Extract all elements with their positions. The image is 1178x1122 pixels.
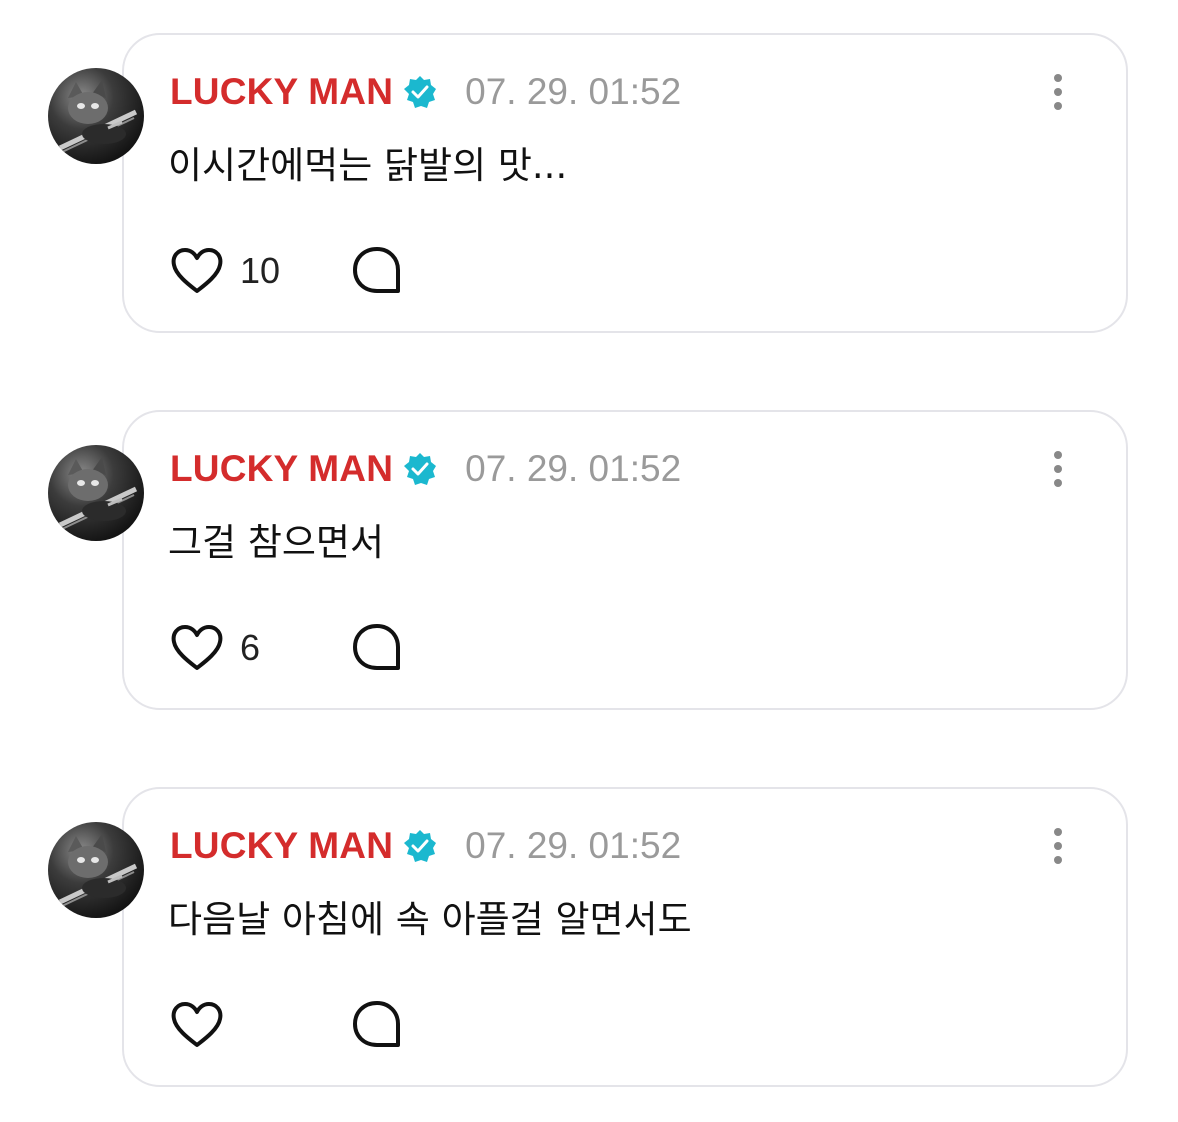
username[interactable]: LUCKY MAN — [170, 825, 393, 867]
more-vertical-icon — [1054, 828, 1062, 836]
verified-badge-icon — [403, 452, 437, 486]
like-button[interactable]: 6 — [170, 623, 280, 673]
avatar[interactable] — [48, 822, 144, 918]
more-options-button[interactable] — [1040, 70, 1076, 114]
post-actions: 6 — [170, 621, 400, 675]
comment-bubble-icon[interactable] — [350, 998, 404, 1052]
verified-badge-icon — [403, 75, 437, 109]
post-header: LUCKY MAN 07. 29. 01:52 — [170, 824, 681, 868]
avatar[interactable] — [48, 445, 144, 541]
avatar[interactable] — [48, 68, 144, 164]
comment-bubble-icon[interactable] — [350, 244, 404, 298]
timestamp: 07. 29. 01:52 — [465, 825, 682, 866]
post: LUCKY MAN 07. 29. 01:52 그걸 참으면서 6 — [0, 407, 1178, 717]
timestamp: 07. 29. 01:52 — [465, 71, 682, 112]
like-count: 10 — [240, 250, 281, 291]
post-text: 그걸 참으면서 — [168, 521, 385, 564]
like-button[interactable]: 10 — [170, 246, 280, 296]
post-actions — [170, 998, 400, 1052]
more-options-button[interactable] — [1040, 824, 1076, 868]
comment-bubble-icon[interactable] — [350, 621, 404, 675]
more-vertical-icon — [1054, 451, 1062, 459]
post-header: LUCKY MAN 07. 29. 01:52 — [170, 447, 681, 491]
heart-icon — [171, 1002, 223, 1047]
post-header: LUCKY MAN 07. 29. 01:52 — [170, 70, 681, 114]
timestamp: 07. 29. 01:52 — [465, 448, 682, 489]
post-text: 이시간에먹는 닭발의 맛... — [168, 144, 568, 187]
post: LUCKY MAN 07. 29. 01:52 이시간에먹는 닭발의 맛... … — [0, 30, 1178, 340]
heart-icon — [171, 625, 223, 670]
post: LUCKY MAN 07. 29. 01:52 다음날 아침에 속 아플걸 알면… — [0, 784, 1178, 1094]
post-actions: 10 — [170, 244, 400, 298]
username[interactable]: LUCKY MAN — [170, 448, 393, 490]
more-options-button[interactable] — [1040, 447, 1076, 491]
like-count: 6 — [240, 627, 261, 668]
like-button[interactable] — [170, 1000, 280, 1050]
verified-badge-icon — [403, 829, 437, 863]
username[interactable]: LUCKY MAN — [170, 71, 393, 113]
post-text: 다음날 아침에 속 아플걸 알면서도 — [168, 898, 692, 941]
heart-icon — [171, 248, 223, 293]
more-vertical-icon — [1054, 74, 1062, 82]
